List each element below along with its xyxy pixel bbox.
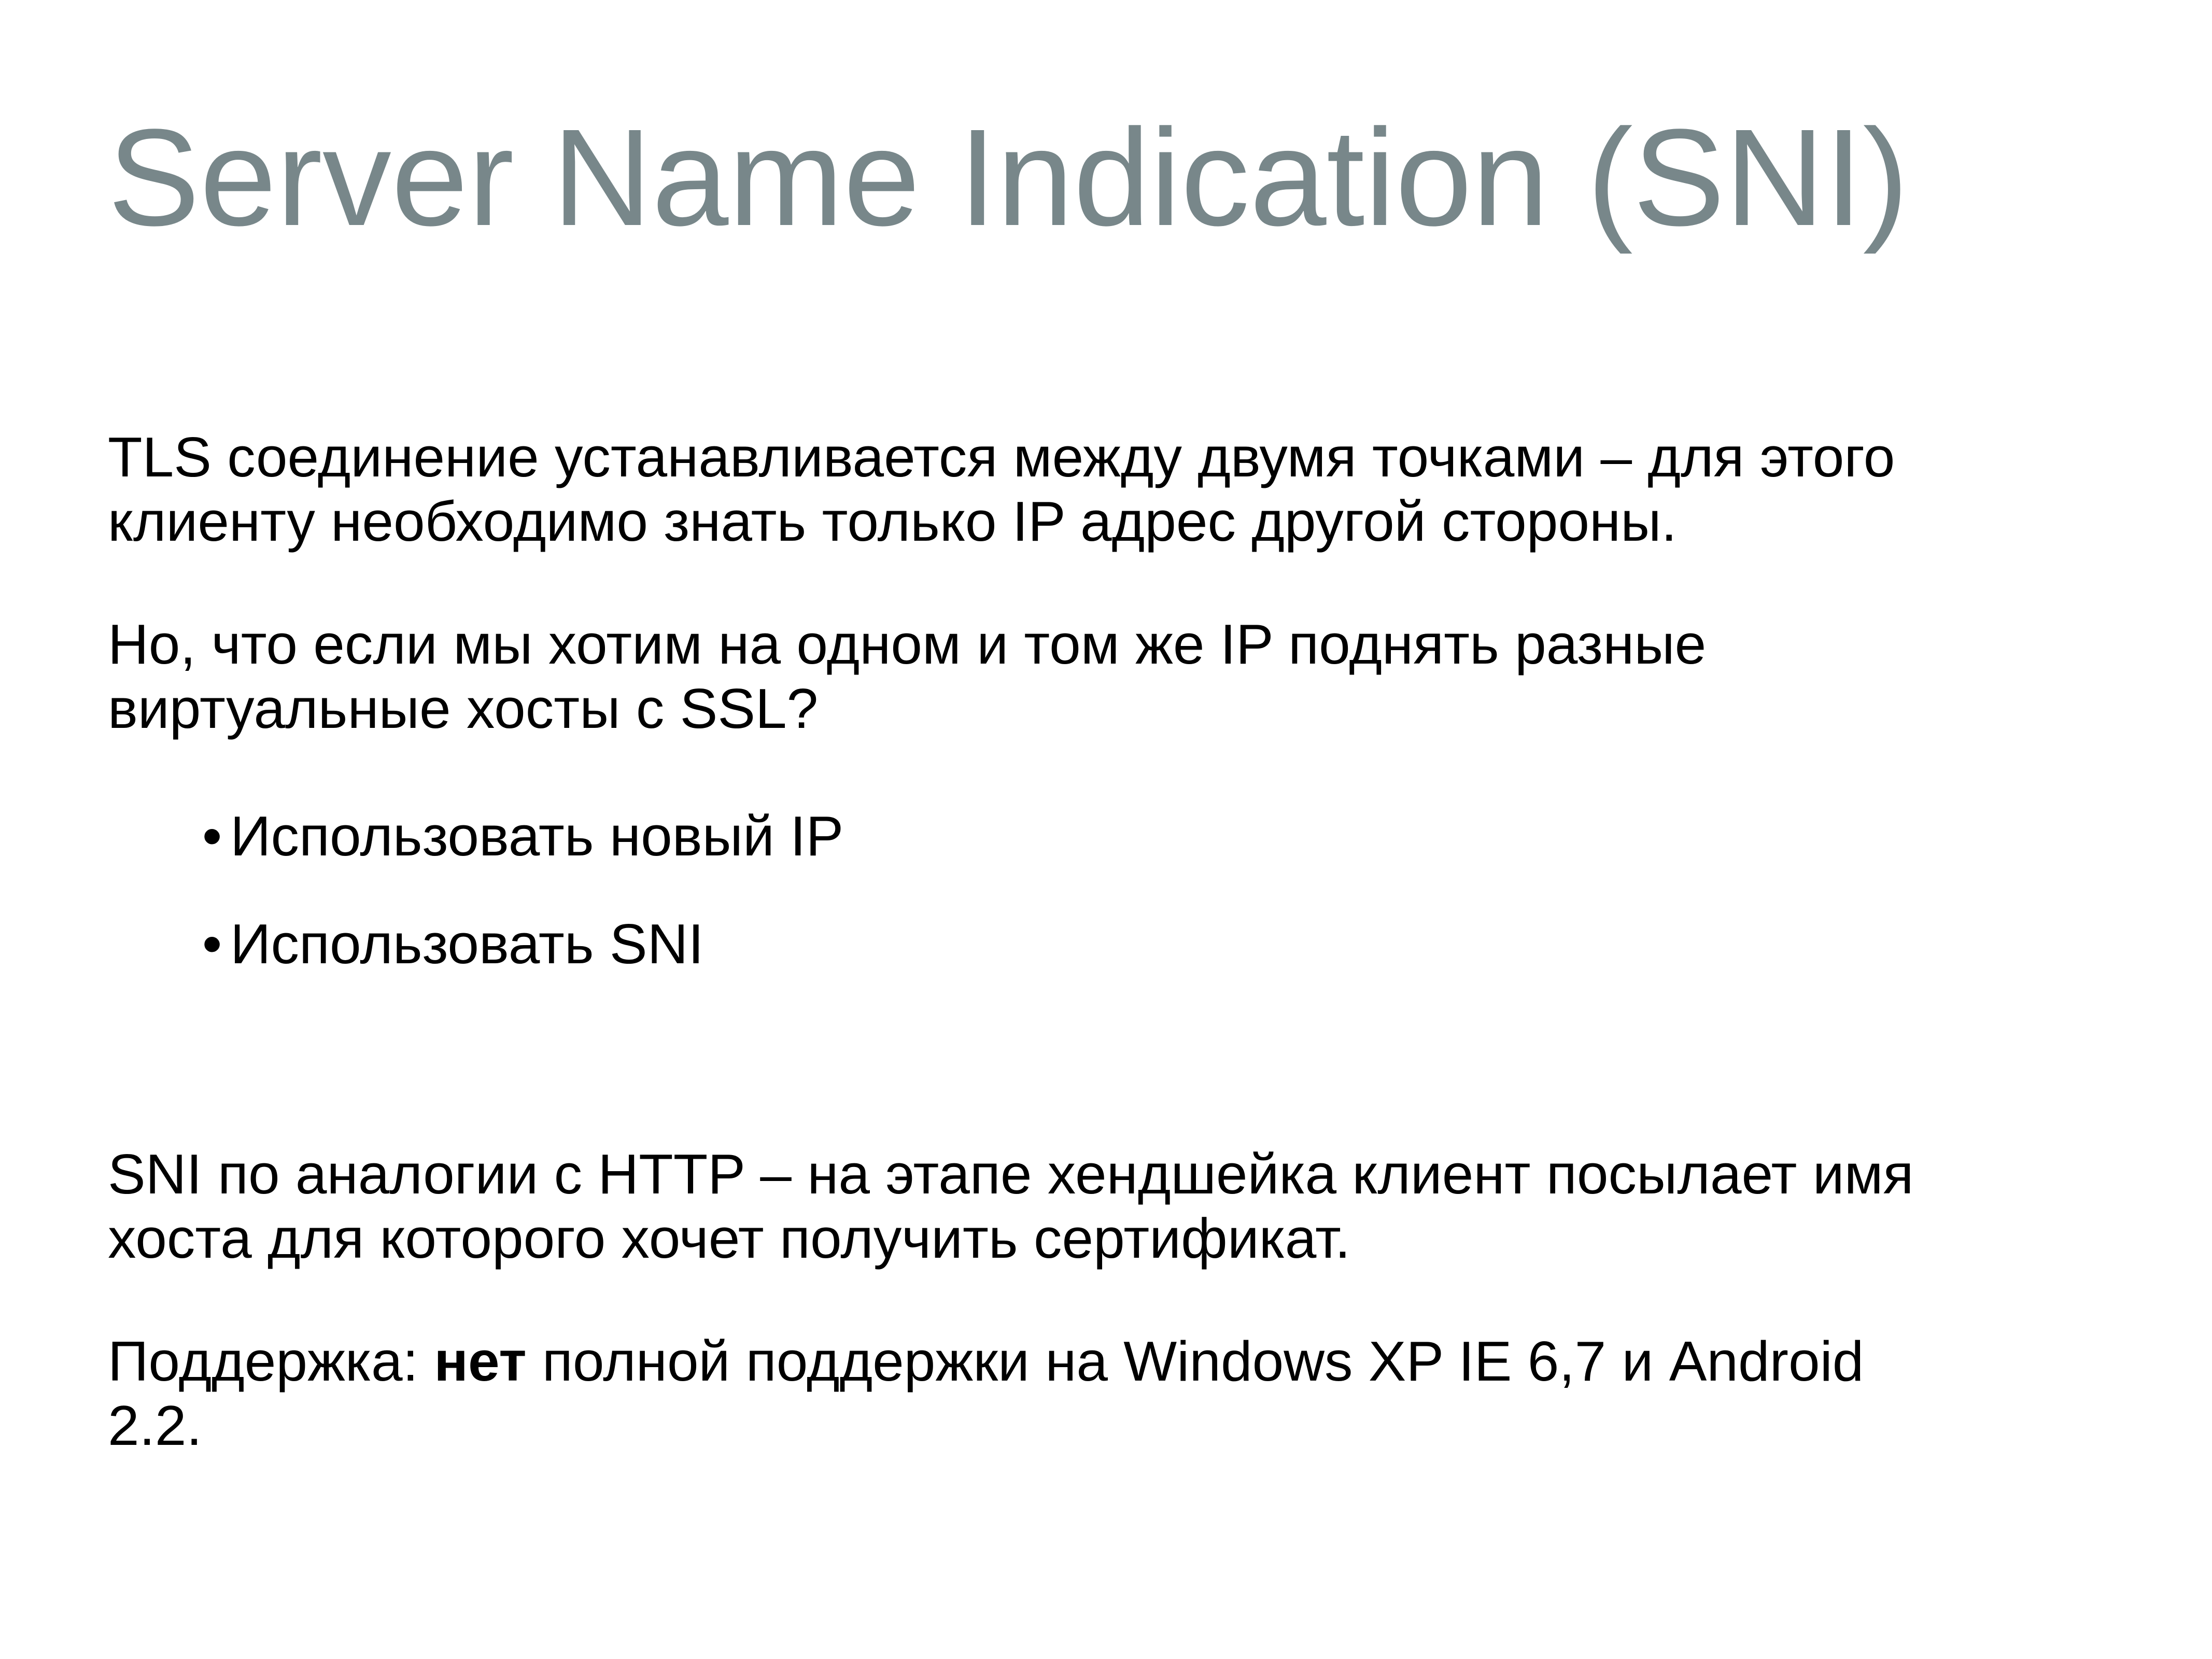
slide-body: TLS соединение устанавливается между дву…: [108, 425, 2130, 1458]
bullet-item-new-ip: • Использовать новый IP: [202, 804, 2130, 868]
bullet-text: Использовать новый IP: [230, 805, 844, 868]
paragraph-line: 2.2.: [108, 1394, 202, 1457]
support-emphasis: нет: [434, 1330, 527, 1393]
paragraph-line: Но, что если мы хотим на одном и том же …: [108, 613, 1707, 676]
paragraph-question: Но, что если мы хотим на одном и том же …: [108, 612, 2130, 741]
bullet-text: Использовать SNI: [230, 912, 704, 976]
paragraph-sni-analogy: SNI по аналогии с HTTP – на этапе хендше…: [108, 1142, 2130, 1271]
paragraph-line: хоста для которого хочет получить сертиф…: [108, 1207, 1351, 1270]
bullet-marker: •: [202, 805, 222, 868]
slide: Server Name Indication (SNI) TLS соедине…: [0, 0, 2212, 1659]
slide-title: Server Name Indication (SNI): [108, 101, 1909, 255]
paragraph-line: клиенту необходимо знать только IP адрес…: [108, 490, 1677, 553]
paragraph-line: виртуальные хосты с SSL?: [108, 677, 819, 740]
paragraph-tls-connection: TLS соединение устанавливается между дву…: [108, 425, 2130, 554]
bullet-list: • Использовать новый IP • Использовать SNI: [108, 804, 2130, 976]
paragraph-line: Поддержка: нет полной поддержки на Windo…: [108, 1329, 2130, 1394]
paragraph-line: SNI по аналогии с HTTP – на этапе хендше…: [108, 1143, 1914, 1206]
paragraph-support: Поддержка: нет полной поддержки на Windo…: [108, 1329, 2130, 1458]
support-rest: полной поддержки на Windows XP IE 6,7 и …: [526, 1330, 1864, 1393]
support-label: Поддержка:: [108, 1330, 434, 1393]
bullet-item-use-sni: • Использовать SNI: [202, 912, 2130, 976]
bullet-marker: •: [202, 912, 222, 976]
paragraph-line: TLS соединение устанавливается между дву…: [108, 426, 1895, 489]
